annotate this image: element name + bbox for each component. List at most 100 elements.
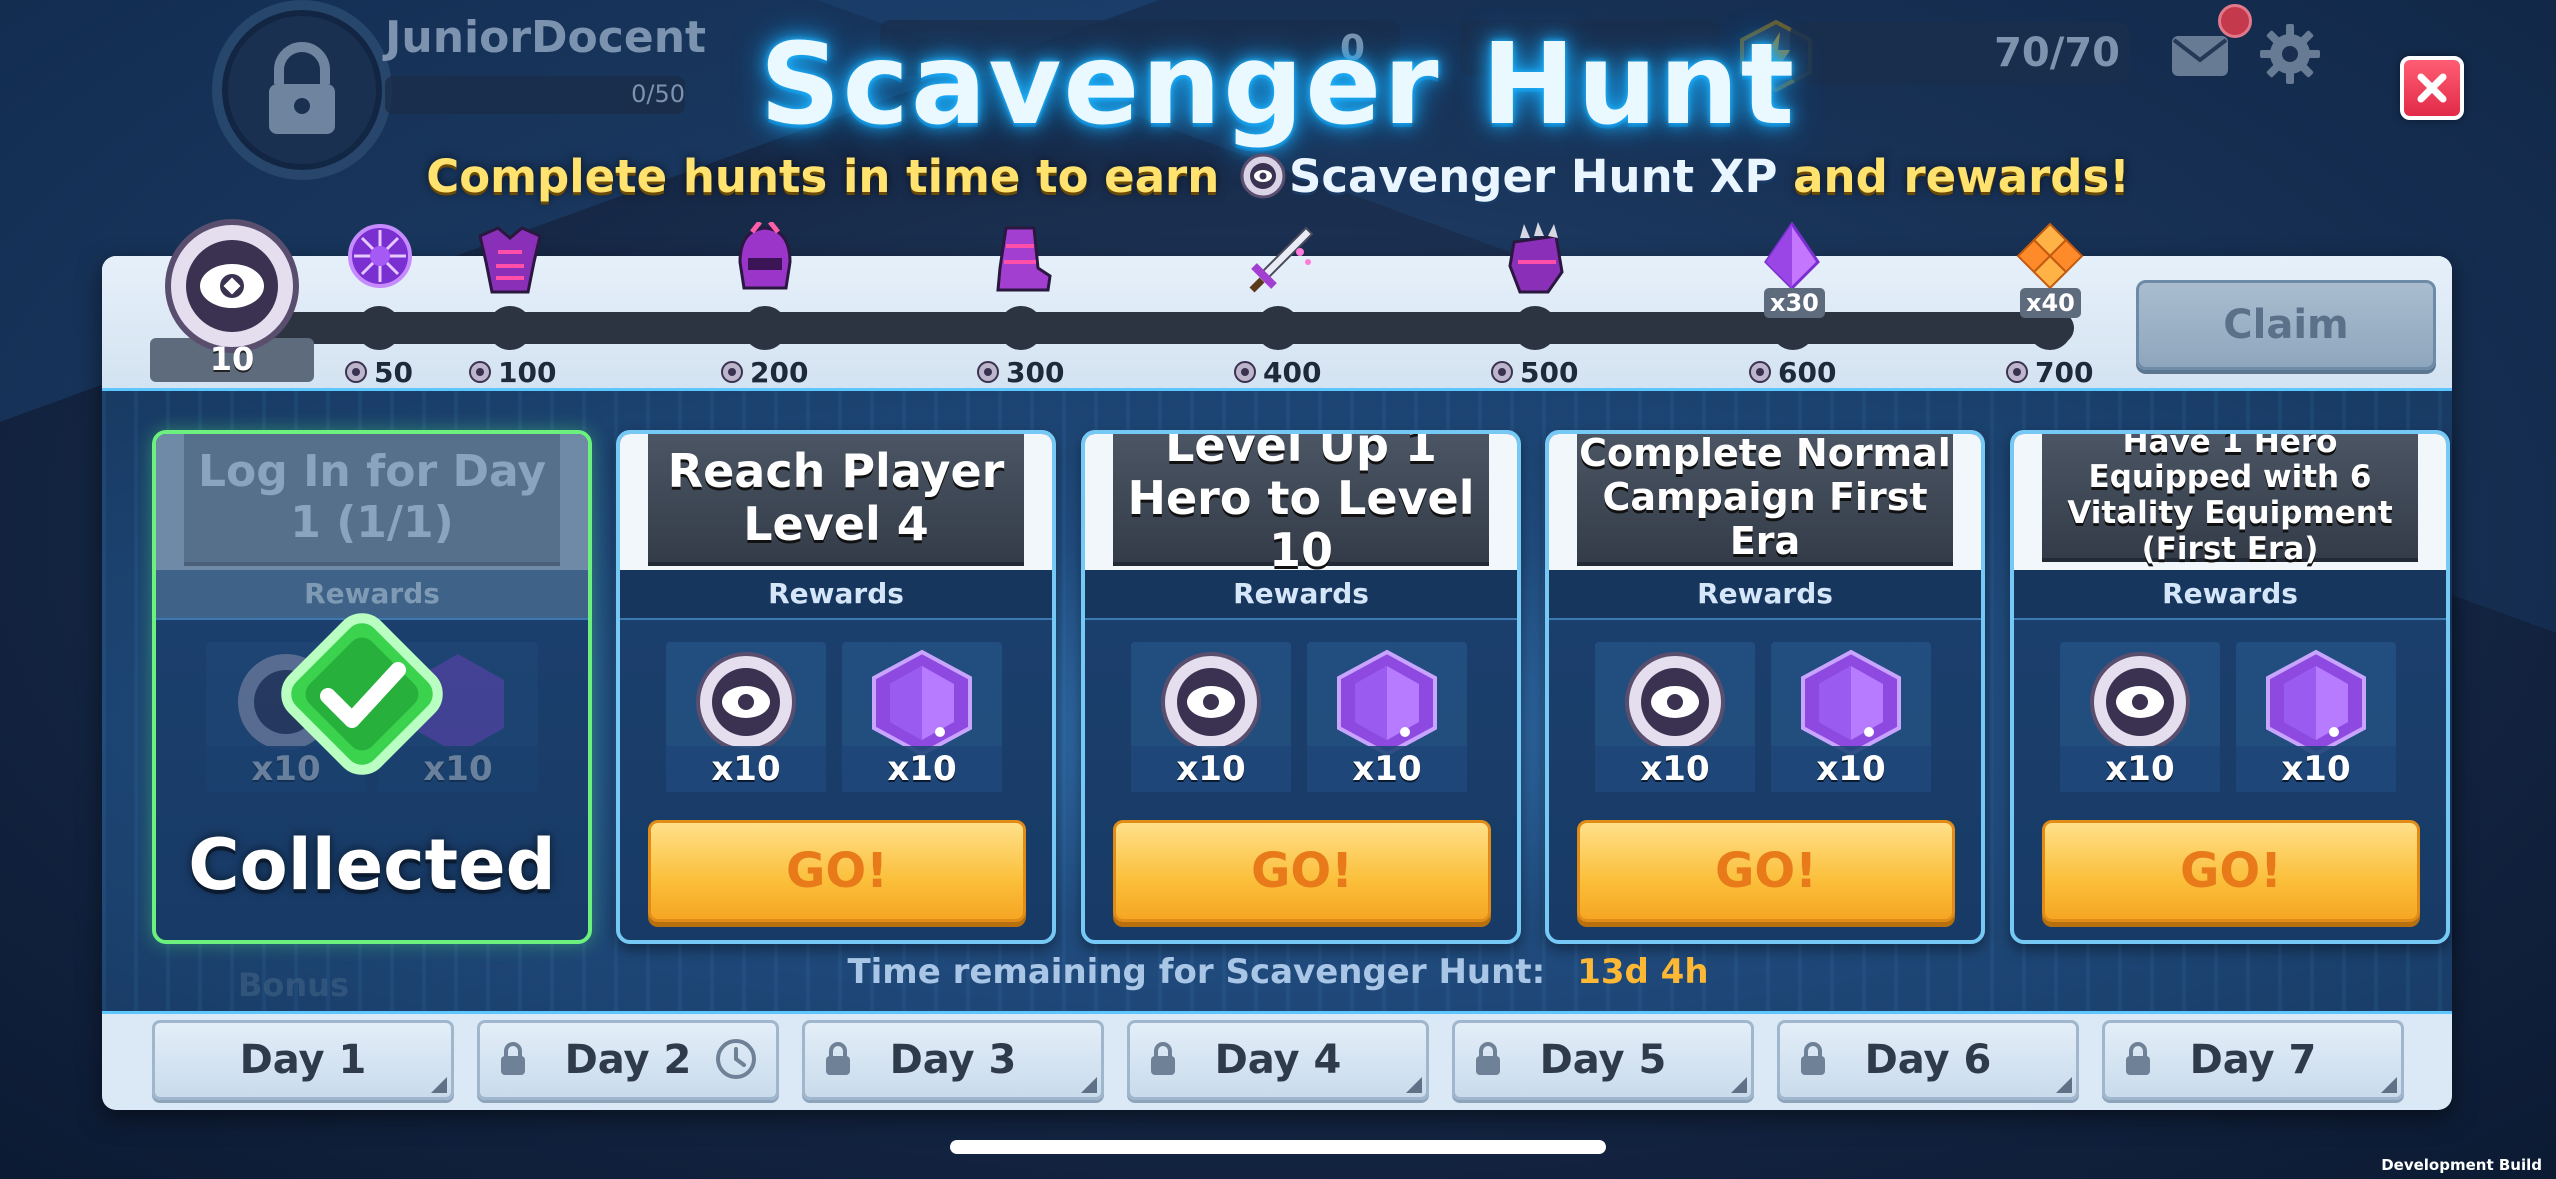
lock-icon — [501, 1042, 525, 1075]
day-tab-label: Day 3 — [889, 1037, 1017, 1083]
hunt-title: Log In for Day 1 (1/1) — [184, 434, 560, 566]
milestone-node — [1513, 306, 1557, 350]
milestone-label: 300 — [976, 356, 1064, 389]
hunt-card: Level Up 1 Hero to Level 10 Rewards x10 … — [1081, 430, 1521, 944]
rewards-label: Rewards — [1085, 570, 1517, 620]
go-button[interactable]: GO! — [1577, 820, 1955, 922]
armor-gauntlet-icon[interactable] — [1500, 222, 1572, 298]
timer-label: Time remaining for Scavenger Hunt: — [847, 952, 1546, 992]
purple-gem-icon — [1801, 649, 1901, 757]
collected-label: Collected — [188, 824, 556, 906]
tab-day-6[interactable]: Day 6 — [1777, 1020, 2079, 1100]
checkmark-icon — [281, 613, 443, 775]
reward-qty: x10 — [1307, 746, 1467, 792]
lock-icon — [1151, 1042, 1175, 1075]
milestone-label: 100 — [468, 356, 556, 389]
day-tab-label: Day 4 — [1214, 1037, 1342, 1083]
tab-day-2[interactable]: Day 2 — [477, 1020, 779, 1100]
milestone-label: 400 — [1233, 356, 1321, 389]
tab-day-5[interactable]: Day 5 — [1452, 1020, 1754, 1100]
orange-crystal-icon[interactable] — [2016, 222, 2084, 290]
lock-icon — [2126, 1042, 2150, 1075]
scavenger-xp-icon — [2090, 652, 2190, 752]
reward-qty: x10 — [1131, 746, 1291, 792]
tab-day-7[interactable]: Day 7 — [2102, 1020, 2404, 1100]
milestone-node — [488, 306, 532, 350]
rewards-label: Rewards — [2014, 570, 2446, 620]
purple-crystal-icon[interactable] — [1760, 222, 1824, 290]
go-button[interactable]: GO! — [1113, 820, 1491, 922]
reward-slot[interactable]: x10 — [1771, 642, 1931, 792]
page-title: Scavenger Hunt — [759, 20, 1797, 150]
page-subtitle: Complete hunts in time to earn Scavenger… — [0, 150, 2556, 208]
subtitle-highlight: Scavenger Hunt XP — [1288, 150, 1778, 203]
hunt-title: Have 1 Hero Equipped with 6 Vitality Equ… — [2042, 434, 2418, 566]
scavenger-xp-icon — [1161, 652, 1261, 752]
lock-icon — [826, 1042, 850, 1075]
subtitle-text-3: and rewards! — [1777, 150, 2130, 203]
tab-day-4[interactable]: Day 4 — [1127, 1020, 1429, 1100]
home-indicator[interactable] — [950, 1140, 1606, 1154]
day-tab-label: Day 5 — [1539, 1037, 1667, 1083]
milestone-label: 700 — [2005, 356, 2093, 389]
armor-chestplate-icon[interactable] — [470, 222, 550, 298]
timer-value: 13d 4h — [1577, 952, 1709, 992]
milestone-reward-count: x40 — [2020, 288, 2081, 318]
day-tab-label: Day 1 — [239, 1037, 367, 1083]
reward-slot[interactable]: x10 — [666, 642, 826, 792]
reward-qty: x10 — [666, 746, 826, 792]
reward-qty: x10 — [2060, 746, 2220, 792]
claim-button[interactable]: Claim — [2136, 280, 2436, 370]
milestone-label: 50 — [344, 356, 413, 389]
milestone-node — [357, 306, 401, 350]
reward-slot[interactable]: x10 — [1595, 642, 1755, 792]
tab-day-3[interactable]: Day 3 — [802, 1020, 1104, 1100]
go-button[interactable]: GO! — [2042, 820, 2420, 922]
reward-slot[interactable]: x10 — [1131, 642, 1291, 792]
milestone-node — [999, 306, 1043, 350]
reward-qty: x10 — [2236, 746, 2396, 792]
armor-helmet-icon[interactable] — [730, 222, 800, 298]
reward-slot[interactable]: x10 — [2060, 642, 2220, 792]
scavenger-xp-icon — [696, 652, 796, 752]
milestone-reward-count: x30 — [1764, 288, 1825, 318]
current-xp-value: 10 — [209, 340, 255, 378]
scavenger-xp-icon — [469, 361, 491, 383]
purple-gem-icon — [872, 649, 972, 757]
scavenger-xp-icon — [721, 361, 743, 383]
go-button[interactable]: GO! — [648, 820, 1026, 922]
day-tab-label: Day 2 — [564, 1037, 692, 1083]
reward-qty: x10 — [842, 746, 1002, 792]
hunt-card: Have 1 Hero Equipped with 6 Vitality Equ… — [2010, 430, 2450, 944]
reward-slot[interactable]: x10 — [2236, 642, 2396, 792]
purple-token-icon[interactable] — [346, 222, 414, 290]
rewards-label: Rewards — [620, 570, 1052, 620]
hunt-title: Complete Normal Campaign First Era — [1577, 434, 1953, 566]
milestone-label: 200 — [720, 356, 808, 389]
scavenger-xp-icon — [1234, 361, 1256, 383]
armor-boots-icon[interactable] — [986, 222, 1056, 298]
scavenger-xp-icon — [1491, 361, 1513, 383]
hunt-card: Complete Normal Campaign First Era Rewar… — [1545, 430, 1985, 944]
reward-slot[interactable]: x10 — [842, 642, 1002, 792]
milestone-node — [1256, 306, 1300, 350]
milestone-label: 500 — [1490, 356, 1578, 389]
scavenger-xp-icon — [165, 219, 299, 353]
hunt-card-collected: Log In for Day 1 (1/1) Rewards x10 x10 C… — [152, 430, 592, 944]
sword-icon[interactable] — [1244, 222, 1318, 298]
scavenger-xp-icon — [977, 361, 999, 383]
reward-slot[interactable]: x10 — [1307, 642, 1467, 792]
hunt-timer: Time remaining for Scavenger Hunt: 13d 4h — [0, 952, 2556, 992]
purple-gem-icon — [1337, 649, 1437, 757]
lock-icon — [1476, 1042, 1500, 1075]
scavenger-xp-icon — [1749, 361, 1771, 383]
tab-day-1[interactable]: Day 1 — [152, 1020, 454, 1100]
reward-qty: x10 — [1595, 746, 1755, 792]
reward-qty: x10 — [1771, 746, 1931, 792]
milestone-node — [743, 306, 787, 350]
subtitle-text-1: Complete hunts in time to earn — [426, 150, 1235, 203]
hunt-title: Reach Player Level 4 — [648, 434, 1024, 566]
scavenger-xp-icon — [2006, 361, 2028, 383]
lock-icon — [1801, 1042, 1825, 1075]
clock-icon — [716, 1039, 756, 1079]
